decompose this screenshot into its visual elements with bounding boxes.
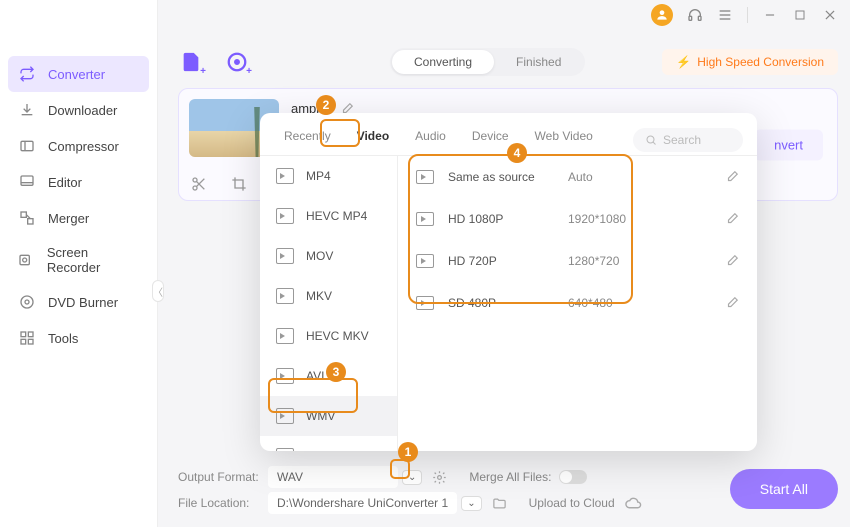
file-location-value: D:\Wondershare UniConverter 1: [268, 492, 457, 514]
sidebar-item-downloader[interactable]: Downloader: [0, 92, 157, 128]
format-mkv[interactable]: MKV: [260, 276, 397, 316]
disc-icon: [18, 293, 36, 311]
upload-cloud-label: Upload to Cloud: [529, 496, 615, 510]
res-480p[interactable]: SD 480P640*480: [398, 282, 757, 324]
grid-icon: [18, 329, 36, 347]
sidebar-item-dvd-burner[interactable]: DVD Burner: [0, 284, 157, 320]
search-placeholder: Search: [663, 133, 701, 147]
editor-icon: [18, 173, 36, 191]
trim-icon[interactable]: [191, 176, 209, 194]
res-1080p[interactable]: HD 1080P1920*1080: [398, 198, 757, 240]
start-all-button[interactable]: Start All: [730, 469, 838, 509]
open-folder-icon[interactable]: [492, 496, 507, 511]
settings-icon[interactable]: [432, 470, 447, 485]
edit-preset-icon[interactable]: [725, 254, 739, 268]
format-mov[interactable]: MOV: [260, 236, 397, 276]
video-format-icon: [276, 328, 294, 344]
step-badge-2: 2: [316, 95, 336, 115]
format-mp4[interactable]: MP4: [260, 156, 397, 196]
bolt-icon: ⚡: [676, 55, 691, 69]
sidebar-item-screen-recorder[interactable]: Screen Recorder: [0, 236, 157, 284]
tab-audio[interactable]: Audio: [411, 125, 450, 155]
res-icon: [416, 296, 434, 310]
sidebar-item-label: Downloader: [48, 103, 117, 118]
record-icon: [18, 251, 35, 269]
sidebar-item-compressor[interactable]: Compressor: [0, 128, 157, 164]
res-same-as-source[interactable]: Same as sourceAuto: [398, 156, 757, 198]
output-format-chevron[interactable]: ⌄: [402, 470, 422, 485]
format-list: MP4 HEVC MP4 MOV MKV HEVC MKV AVI WMV M4…: [260, 156, 398, 451]
sidebar-item-label: Converter: [48, 67, 105, 82]
tab-recently[interactable]: Recently: [280, 125, 335, 155]
step-badge-3: 3: [326, 362, 346, 382]
crop-icon[interactable]: [231, 176, 249, 194]
format-hevc-mp4[interactable]: HEVC MP4: [260, 196, 397, 236]
add-file-button[interactable]: +: [178, 49, 204, 75]
tab-video[interactable]: Video: [353, 125, 393, 155]
segment-converting[interactable]: Converting: [392, 50, 494, 74]
format-popover: Recently Video Audio Device Web Video Se…: [260, 113, 757, 451]
res-icon: [416, 170, 434, 184]
format-search[interactable]: Search: [633, 128, 743, 152]
video-format-icon: [276, 168, 294, 184]
file-location-chevron[interactable]: ⌄: [461, 496, 481, 511]
video-format-icon: [276, 288, 294, 304]
output-format-label: Output Format:: [178, 470, 268, 484]
format-wmv[interactable]: WMV: [260, 396, 397, 436]
format-hevc-mkv[interactable]: HEVC MKV: [260, 316, 397, 356]
video-format-icon: [276, 448, 294, 451]
video-format-icon: [276, 248, 294, 264]
search-icon: [645, 134, 657, 146]
segment-finished[interactable]: Finished: [494, 50, 583, 74]
status-segment: Converting Finished: [390, 48, 585, 76]
sidebar-item-label: Editor: [48, 175, 82, 190]
step-badge-1: 1: [398, 442, 418, 462]
add-disc-button[interactable]: +: [224, 49, 250, 75]
bottom-bar: Output Format: WAV ⌄ Merge All Files: Fi…: [178, 464, 838, 519]
res-icon: [416, 212, 434, 226]
high-speed-conversion-button[interactable]: ⚡ High Speed Conversion: [662, 49, 838, 75]
tab-web-video[interactable]: Web Video: [531, 125, 597, 155]
sidebar-item-label: Compressor: [48, 139, 119, 154]
merge-toggle[interactable]: [559, 470, 587, 484]
cloud-icon[interactable]: [625, 495, 642, 512]
format-m4v[interactable]: M4V: [260, 436, 397, 451]
edit-preset-icon[interactable]: [725, 212, 739, 226]
convert-button[interactable]: nvert: [754, 129, 823, 160]
sidebar-item-merger[interactable]: Merger: [0, 200, 157, 236]
sidebar-item-label: Tools: [48, 331, 78, 346]
sidebar-item-tools[interactable]: Tools: [0, 320, 157, 356]
hsc-label: High Speed Conversion: [697, 55, 824, 69]
sidebar-item-converter[interactable]: Converter: [8, 56, 149, 92]
sidebar-item-label: DVD Burner: [48, 295, 118, 310]
sidebar: Converter Downloader Compressor Editor M…: [0, 0, 158, 527]
edit-preset-icon[interactable]: [725, 296, 739, 310]
merger-icon: [18, 209, 36, 227]
compress-icon: [18, 137, 36, 155]
res-icon: [416, 254, 434, 268]
video-format-icon: [276, 368, 294, 384]
merge-label: Merge All Files:: [469, 470, 551, 484]
step-badge-4: 4: [507, 143, 527, 163]
edit-preset-icon[interactable]: [725, 170, 739, 184]
tab-device[interactable]: Device: [468, 125, 513, 155]
video-format-icon: [276, 208, 294, 224]
output-format-value: WAV: [268, 466, 398, 488]
video-format-icon: [276, 408, 294, 424]
download-icon: [18, 101, 36, 119]
topbar: + + Converting Finished ⚡ High Speed Con…: [178, 42, 838, 82]
file-location-label: File Location:: [178, 496, 268, 510]
converter-icon: [18, 65, 36, 83]
resolution-list: Same as sourceAuto HD 1080P1920*1080 HD …: [398, 156, 757, 451]
sidebar-item-editor[interactable]: Editor: [0, 164, 157, 200]
sidebar-item-label: Screen Recorder: [47, 245, 139, 275]
res-720p[interactable]: HD 720P1280*720: [398, 240, 757, 282]
sidebar-item-label: Merger: [48, 211, 89, 226]
